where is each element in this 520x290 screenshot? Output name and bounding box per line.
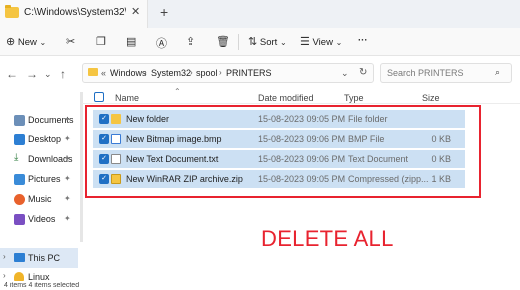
- breadcrumb-printers[interactable]: PRINTERS: [226, 68, 272, 78]
- chevron-down-icon[interactable]: ⌄: [44, 69, 52, 80]
- scissors-icon: ✂: [66, 36, 76, 48]
- paste-icon: ▤: [126, 36, 137, 48]
- new-button[interactable]: ⊕ New ⌄: [6, 35, 46, 48]
- sidebar-item-downloads[interactable]: ⤓ Downloads ✦: [0, 151, 78, 169]
- sidebar-item-pictures[interactable]: Pictures ✦: [0, 171, 78, 189]
- column-date[interactable]: Date modified: [258, 93, 314, 103]
- plus-circle-icon: ⊕: [6, 36, 16, 48]
- pin-icon: ✦: [64, 134, 71, 143]
- sort-up-icon: ⌃: [174, 87, 181, 96]
- breadcrumb-windows[interactable]: Windows: [110, 68, 147, 78]
- share-icon: ⇪: [186, 36, 196, 48]
- back-button[interactable]: ←: [6, 67, 18, 81]
- sidebar-item-documents[interactable]: Documents ✦: [0, 112, 78, 130]
- folder-icon: [5, 5, 19, 18]
- sort-label: Sort: [259, 37, 278, 48]
- sort-icon: ⇅: [248, 36, 258, 48]
- address-row: ← → ⌄ ↑ « Windows › System32 › spool › P…: [0, 58, 520, 88]
- new-tab-button[interactable]: +: [160, 4, 168, 20]
- sidebar-item-music[interactable]: Music ✦: [0, 191, 78, 209]
- sidebar-item-label: This PC: [28, 253, 61, 263]
- music-icon: [14, 194, 25, 205]
- chevron-down-icon: ⌄: [335, 38, 343, 47]
- share-button[interactable]: ⇪: [186, 35, 195, 48]
- annotation-text: DELETE ALL: [261, 226, 394, 251]
- sidebar-item-linux[interactable]: › Linux: [0, 270, 78, 282]
- column-header-row: Name ⌃ Date modified Type Size: [82, 87, 520, 104]
- up-button[interactable]: ↑: [60, 67, 66, 81]
- tab-bar: C:\Windows\System32\spool\ ✕ +: [0, 0, 520, 28]
- linux-icon: [14, 272, 24, 281]
- sidebar-item-label: Linux: [28, 272, 50, 282]
- address-overflow[interactable]: «: [101, 68, 106, 78]
- chevron-right-icon: ›: [190, 68, 193, 77]
- sidebar-item-label: Music: [28, 194, 52, 204]
- tab-spool[interactable]: C:\Windows\System32\spool\ ✕: [0, 0, 148, 28]
- pictures-icon: [14, 174, 25, 185]
- trash-icon: 🗑: [216, 36, 230, 48]
- download-icon: ⤓: [14, 152, 25, 163]
- sidebar-item-label: Desktop: [28, 134, 62, 144]
- divider: [238, 34, 239, 50]
- status-bar: 4 items 4 items selected: [0, 282, 520, 290]
- sidebar-item-label: Videos: [28, 214, 56, 224]
- search-icon: ⌕: [495, 67, 501, 77]
- column-size[interactable]: Size: [422, 93, 440, 103]
- breadcrumb-spool[interactable]: spool: [196, 68, 218, 78]
- copy-button[interactable]: ❐: [96, 35, 106, 48]
- chevron-right-icon: ›: [3, 271, 6, 280]
- copy-icon: ❐: [96, 36, 106, 48]
- desktop-icon: [14, 134, 25, 145]
- address-bar[interactable]: « Windows › System32 › spool › PRINTERS …: [82, 63, 374, 83]
- forward-button[interactable]: →: [26, 67, 38, 81]
- search-box[interactable]: Search PRINTERS ⌕: [380, 63, 512, 83]
- documents-icon: [14, 115, 25, 126]
- chevron-right-icon: ›: [3, 252, 6, 261]
- close-icon[interactable]: ✕: [131, 5, 140, 18]
- paste-button[interactable]: ▤: [126, 35, 136, 48]
- chevron-right-icon: ›: [219, 68, 222, 77]
- chevron-down-icon: ⌄: [279, 38, 287, 47]
- column-name[interactable]: Name: [115, 93, 139, 103]
- videos-icon: [14, 214, 25, 225]
- computer-icon: [14, 253, 25, 262]
- chevron-down-icon[interactable]: ⌄: [341, 68, 349, 79]
- delete-button[interactable]: 🗑: [216, 35, 230, 48]
- pin-icon: ✦: [64, 174, 71, 183]
- pin-icon: ✦: [64, 194, 71, 203]
- sidebar-item-desktop[interactable]: Desktop ✦: [0, 131, 78, 149]
- refresh-icon[interactable]: ↻: [359, 67, 367, 78]
- highlight-box: [85, 105, 481, 198]
- rename-button[interactable]: Ⓐ: [156, 35, 167, 51]
- tab-title: C:\Windows\System32\spool\: [24, 7, 126, 18]
- search-input[interactable]: Search PRINTERS: [387, 68, 464, 78]
- view-button[interactable]: ☰ View ⌄: [300, 35, 342, 48]
- view-icon: ☰: [300, 36, 310, 48]
- sidebar-item-videos[interactable]: Videos ✦: [0, 211, 78, 229]
- more-options-button[interactable]: ···: [358, 35, 368, 46]
- sidebar-item-label: Pictures: [28, 174, 61, 184]
- command-bar: ⊕ New ⌄ ✂ ❐ ▤ Ⓐ ⇪ 🗑 ⇅ Sort ⌄ ☰ View ⌄ ··…: [0, 28, 520, 56]
- status-text: 4 items 4 items selected: [4, 282, 80, 289]
- chevron-right-icon: ›: [144, 68, 147, 77]
- pin-icon: ✦: [64, 115, 71, 124]
- chevron-down-icon: ⌄: [39, 38, 47, 47]
- breadcrumb-system32[interactable]: System32: [151, 68, 191, 78]
- cut-button[interactable]: ✂: [66, 35, 75, 48]
- select-all-checkbox[interactable]: [94, 92, 104, 102]
- pin-icon: ✦: [64, 154, 71, 163]
- sidebar-item-this-pc[interactable]: › This PC: [0, 248, 78, 268]
- new-label: New: [17, 37, 37, 48]
- sort-button[interactable]: ⇅ Sort ⌄: [248, 35, 287, 48]
- view-label: View: [312, 37, 333, 48]
- rename-icon: Ⓐ: [156, 38, 167, 50]
- folder-icon: [88, 68, 98, 76]
- pin-icon: ✦: [64, 214, 71, 223]
- column-type[interactable]: Type: [344, 93, 364, 103]
